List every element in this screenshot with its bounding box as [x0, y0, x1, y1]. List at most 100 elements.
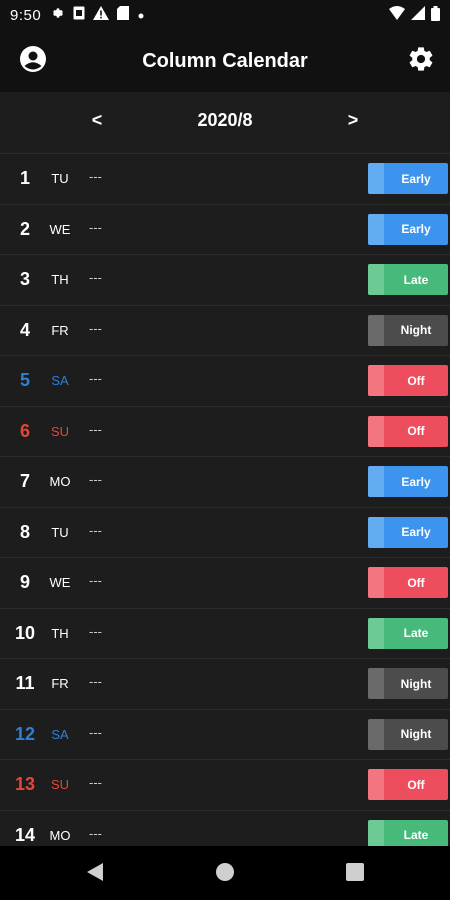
shift-label: Off — [407, 373, 425, 388]
shift-color-tab — [368, 466, 384, 497]
shift-label: Off — [407, 424, 425, 438]
day-number: 10 — [14, 622, 36, 643]
shift-badge-late[interactable]: Late — [368, 617, 448, 649]
day-weekday: TH — [51, 625, 69, 641]
day-number: 4 — [19, 319, 30, 340]
dot-icon — [137, 7, 145, 24]
app-bar: Column Calendar — [0, 30, 450, 92]
shift-label: Late — [403, 626, 429, 640]
gear-icon — [407, 45, 435, 78]
day-row[interactable]: 5 SA --- Off — [0, 356, 450, 407]
page-title: Column Calendar — [142, 49, 308, 72]
shift-badge-off[interactable]: Off — [368, 415, 448, 447]
day-row[interactable]: 3 TH --- Late — [0, 255, 450, 306]
day-number: 1 — [19, 168, 30, 188]
day-weekday: TU — [51, 171, 69, 186]
shift-badge-off[interactable]: Off — [368, 769, 448, 800]
back-icon — [86, 862, 104, 887]
shift-color-tab — [368, 617, 384, 649]
shift-badge-night[interactable]: Night — [368, 314, 448, 346]
day-weekday: WE — [49, 575, 71, 590]
day-memo: --- — [89, 724, 102, 740]
day-number: 7 — [19, 471, 30, 491]
shift-color-tab — [368, 567, 384, 598]
shift-badge-off[interactable]: Off — [368, 567, 448, 598]
next-month-button[interactable]: > — [338, 110, 368, 131]
day-memo: --- — [89, 825, 102, 841]
day-row[interactable]: 13 SU --- Off — [0, 760, 450, 811]
day-number: 5 — [19, 370, 30, 390]
shift-badge-off[interactable]: Off — [368, 365, 448, 396]
back-button[interactable] — [84, 862, 106, 887]
shift-label: Early — [401, 474, 431, 489]
shift-badge-early[interactable]: Early — [368, 163, 448, 194]
day-weekday: FR — [51, 676, 69, 691]
day-number: 3 — [19, 269, 30, 289]
day-row[interactable]: 1 TU --- Early — [0, 154, 450, 205]
shift-color-tab — [368, 668, 384, 699]
shift-label: Off — [407, 777, 425, 792]
shift-badge-late[interactable]: Late — [368, 819, 448, 846]
day-memo: --- — [89, 371, 102, 386]
day-number: 8 — [19, 521, 30, 542]
shift-badge-late[interactable]: Late — [368, 264, 448, 295]
day-row[interactable]: 14 MO --- Late — [0, 811, 450, 846]
shift-badge-night[interactable]: Night — [368, 718, 448, 750]
shift-color-tab — [368, 314, 384, 346]
account-button[interactable] — [16, 44, 50, 78]
day-row[interactable]: 7 MO --- Early — [0, 457, 450, 508]
shift-label: Early — [401, 525, 431, 539]
settings-button[interactable] — [404, 44, 438, 78]
day-weekday: SU — [50, 777, 70, 792]
gear-icon — [51, 6, 65, 24]
shift-color-tab — [368, 516, 384, 548]
day-memo: --- — [89, 219, 102, 235]
shift-color-tab — [368, 718, 384, 750]
day-row[interactable]: 11 FR --- Night — [0, 659, 450, 710]
status-time: 9:50 — [10, 6, 42, 24]
shift-label: Off — [407, 575, 425, 590]
day-number: 13 — [14, 774, 36, 794]
shift-color-tab — [368, 819, 384, 846]
home-button[interactable] — [214, 862, 236, 887]
day-weekday: SA — [51, 726, 69, 742]
shift-color-tab — [368, 365, 384, 396]
day-weekday: FR — [51, 322, 69, 338]
day-weekday: SA — [51, 373, 69, 388]
day-row[interactable]: 6 SU --- Off — [0, 407, 450, 457]
day-row[interactable]: 4 FR --- Night — [0, 306, 450, 356]
day-weekday: SU — [50, 423, 70, 439]
day-memo: --- — [89, 522, 102, 538]
shift-label: Late — [403, 828, 429, 842]
sd-card-icon — [117, 6, 130, 24]
day-memo: --- — [89, 270, 102, 285]
shift-badge-night[interactable]: Night — [368, 668, 448, 699]
shift-color-tab — [368, 769, 384, 800]
day-list: 1 TU --- Early 2 WE --- Early 3 TH --- Late 4 FR --- Ni… — [0, 154, 450, 846]
day-row[interactable]: 12 SA --- Night — [0, 710, 450, 760]
day-row[interactable]: 2 WE --- Early — [0, 205, 450, 255]
shift-label: Late — [403, 272, 429, 287]
day-number: 2 — [19, 218, 30, 239]
home-icon — [215, 862, 235, 887]
status-bar: 9:50 — [0, 0, 450, 30]
shift-badge-early[interactable]: Early — [368, 516, 448, 548]
shift-badge-early[interactable]: Early — [368, 466, 448, 497]
day-row[interactable]: 8 TU --- Early — [0, 508, 450, 558]
day-row[interactable]: 10 TH --- Late — [0, 609, 450, 659]
shift-badge-early[interactable]: Early — [368, 213, 448, 245]
day-memo: --- — [89, 169, 102, 184]
day-weekday: WE — [49, 221, 71, 237]
day-number: 11 — [15, 673, 35, 693]
shift-label: Night — [400, 323, 432, 337]
day-weekday: TH — [51, 272, 69, 287]
shift-label: Early — [401, 171, 431, 186]
day-weekday: MO — [49, 474, 71, 489]
day-memo: --- — [89, 623, 102, 639]
day-number: 9 — [19, 572, 30, 592]
day-weekday: MO — [49, 827, 71, 843]
day-row[interactable]: 9 WE --- Off — [0, 558, 450, 609]
shift-color-tab — [368, 213, 384, 245]
system-nav-bar — [0, 846, 450, 900]
recents-button[interactable] — [344, 862, 366, 885]
